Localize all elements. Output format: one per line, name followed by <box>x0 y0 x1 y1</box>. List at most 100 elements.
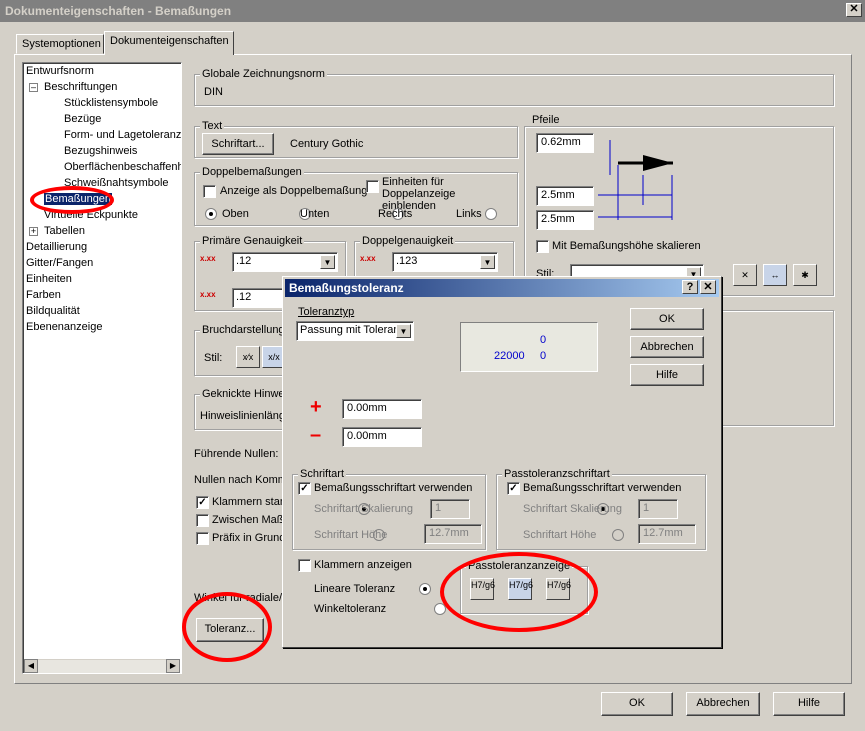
fit-font-group-label: Passtoleranzschriftart <box>502 468 612 480</box>
horizontal-scrollbar[interactable] <box>24 659 180 673</box>
primary-precision-select[interactable]: .12 ▼ <box>232 252 338 272</box>
preview-upper: 0 <box>540 334 547 346</box>
tree-item[interactable]: Bezugshinweis <box>64 145 137 157</box>
trailing-zeros-label: Nullen nach Komma <box>194 474 294 486</box>
fit-font-scale-input[interactable]: 1 <box>638 499 678 519</box>
arrow-size-input-3[interactable]: 2.5mm <box>536 210 594 230</box>
dropdown-arrow-icon: ▼ <box>396 324 411 338</box>
between-checkbox[interactable] <box>196 514 209 527</box>
tree-item[interactable]: Beschriftungen <box>44 81 117 93</box>
window-titlebar: Dokumenteigenschaften - Bemaßungen <box>0 0 865 22</box>
dropdown-arrow-icon: ▼ <box>320 255 335 269</box>
tree-item[interactable]: Stücklistensymbole <box>64 97 158 109</box>
dialog-help-icon[interactable]: ? <box>682 280 698 294</box>
arrow-inside-icon[interactable]: ✕ <box>733 264 757 286</box>
tree-item[interactable]: Form- und Lagetoleranze <box>64 129 181 141</box>
tolerance-precision-icon: x.xx <box>200 290 216 299</box>
tree-item[interactable]: Ebenenanzeige <box>26 321 102 333</box>
font-use-dim-label: Bemaßungsschriftart verwenden <box>314 482 473 494</box>
cancel-button[interactable]: Abbrechen <box>686 692 760 716</box>
dialog-ok-button[interactable]: OK <box>630 308 704 330</box>
ok-button[interactable]: OK <box>601 692 673 716</box>
tree-item[interactable]: Einheiten <box>26 273 72 285</box>
tab-systemoptionen[interactable]: Systemoptionen <box>16 34 104 54</box>
select-value: Passung mit Toleranz <box>300 324 405 336</box>
collapse-icon[interactable]: – <box>29 83 38 92</box>
fraction-style-icon[interactable]: x⁄x <box>236 346 260 368</box>
linear-tolerance-radio[interactable] <box>418 583 431 595</box>
tree-item[interactable]: Farben <box>26 289 61 301</box>
show-units-label: Einheiten für Doppelanzeige einblenden <box>382 176 456 212</box>
plus-tolerance-input[interactable]: 0.00mm <box>342 399 422 419</box>
font-button[interactable]: Schriftart... <box>202 133 274 155</box>
select-value: .12 <box>236 291 252 303</box>
minus-icon: – <box>310 424 322 446</box>
prefix-label: Präfix in Grund <box>212 532 286 544</box>
tab-dokumenteigenschaften[interactable]: Dokumenteigenschaften <box>104 31 234 55</box>
pos-oben-label: Oben <box>222 208 249 220</box>
scale-arrows-checkbox[interactable] <box>536 240 549 253</box>
tolerance-preview <box>460 322 598 372</box>
dialog-help-button[interactable]: Hilfe <box>630 364 704 386</box>
brackets-checkbox[interactable]: ✓ <box>196 496 209 509</box>
tree-item[interactable]: Oberflächenbeschaffenh <box>64 161 181 173</box>
arrows-group-label: Pfeile <box>530 114 562 126</box>
angular-tolerance-label: Winkeltoleranz <box>314 603 387 615</box>
leader-group-label: Geknickte Hinwei <box>200 388 289 400</box>
arrow-outside-icon[interactable]: ↔ <box>763 264 787 286</box>
minus-tolerance-input[interactable]: 0.00mm <box>342 427 422 447</box>
dropdown-arrow-icon: ▼ <box>480 255 495 269</box>
norm-value: DIN <box>204 86 223 98</box>
show-double-checkbox[interactable] <box>203 185 216 198</box>
highlight-ring-bemassungen <box>30 186 114 214</box>
highlight-ring-tolerance <box>182 592 272 662</box>
double-group-label: Doppelbemaßungen <box>200 166 304 178</box>
dialog-title: Bemaßungstoleranz <box>289 281 404 295</box>
help-button[interactable]: Hilfe <box>773 692 845 716</box>
primary-tol-precision-select[interactable]: .12 <box>232 288 286 308</box>
font-use-dim-checkbox[interactable]: ✓ <box>298 482 311 495</box>
dialog-cancel-button[interactable]: Abbrechen <box>630 336 704 358</box>
expand-icon[interactable]: + <box>29 227 38 236</box>
break-style-label: Stil: <box>204 352 223 364</box>
dialog-titlebar: Bemaßungstoleranz <box>285 279 719 297</box>
font-scale-input[interactable]: 1 <box>430 499 470 519</box>
show-units-checkbox[interactable] <box>366 180 379 193</box>
prefix-checkbox[interactable] <box>196 532 209 545</box>
tab-label: Dokumenteigenschaften <box>110 35 229 47</box>
leader-length-label: Hinweislinienläng <box>200 410 285 422</box>
linear-tolerance-label: Lineare Toleranz <box>314 583 396 595</box>
arrow-size-input-1[interactable]: 0.62mm <box>536 133 594 153</box>
plus-icon: + <box>310 396 322 418</box>
pos-oben-radio[interactable] <box>205 208 217 220</box>
toltype-select[interactable]: Passung mit Toleranz ▼ <box>296 321 414 341</box>
scroll-left-icon[interactable]: ◀ <box>24 659 38 673</box>
highlight-ring-fit-display <box>440 552 598 632</box>
show-brackets-checkbox[interactable] <box>298 559 311 572</box>
tab-label: Systemoptionen <box>22 38 101 50</box>
arrow-diagram-icon <box>598 140 673 220</box>
category-tree[interactable]: Entwurfsnorm – Beschriftungen Stückliste… <box>22 62 182 674</box>
dialog-close-icon[interactable]: ✕ <box>700 280 716 294</box>
tree-item[interactable]: Entwurfsnorm <box>26 65 94 77</box>
tree-item[interactable]: Bezüge <box>64 113 101 125</box>
tree-item[interactable]: Tabellen <box>44 225 85 237</box>
fit-font-height-label: Schriftart Höhe <box>523 529 597 541</box>
window-close-button[interactable]: ✕ <box>846 3 862 17</box>
tree-item[interactable]: Detaillierung <box>26 241 87 253</box>
leading-zeros-label: Führende Nullen: <box>194 448 279 460</box>
select-value: .12 <box>236 255 252 267</box>
pos-rechts-label: Rechts <box>378 208 413 220</box>
tree-item[interactable]: Bildqualität <box>26 305 80 317</box>
fit-font-height-input[interactable]: 12.7mm <box>638 524 696 544</box>
tree-item[interactable]: Gitter/Fangen <box>26 257 93 269</box>
arrow-smart-icon[interactable]: ✱ <box>793 264 817 286</box>
fit-font-use-dim-checkbox[interactable]: ✓ <box>507 482 520 495</box>
arrow-size-input-2[interactable]: 2.5mm <box>536 186 594 206</box>
preview-main: 22000 <box>494 350 525 362</box>
dual-precision-select[interactable]: .123 ▼ <box>392 252 498 272</box>
font-height-input[interactable]: 12.7mm <box>424 524 482 544</box>
primary-group-label: Primäre Genauigkeit <box>200 235 305 247</box>
dual-group-label: Doppelgenauigkeit <box>360 235 456 247</box>
scroll-right-icon[interactable]: ▶ <box>166 659 180 673</box>
